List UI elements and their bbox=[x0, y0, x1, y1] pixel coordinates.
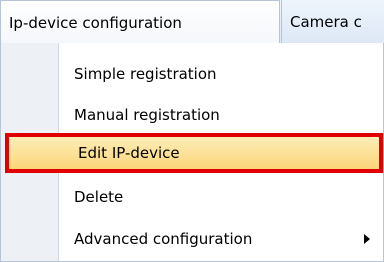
menu-camera-configuration[interactable]: Camera c bbox=[281, 0, 384, 43]
menu-item-simple-registration[interactable]: Simple registration bbox=[59, 54, 383, 94]
submenu-arrow-icon bbox=[364, 234, 370, 244]
menu-item-manual-registration[interactable]: Manual registration bbox=[59, 95, 383, 135]
menu-item-delete[interactable]: Delete bbox=[59, 177, 383, 217]
menu-item-advanced-configuration[interactable]: Advanced configuration bbox=[59, 219, 383, 259]
menu-item-label: Advanced configuration bbox=[74, 230, 253, 248]
menu-bar: Ip-device configuration Camera c bbox=[0, 0, 384, 44]
dropdown-menu: Simple registration Manual registration … bbox=[0, 43, 384, 262]
menu-item-edit-ip-device[interactable]: Edit IP-device bbox=[5, 133, 383, 173]
menu-ip-device-configuration[interactable]: Ip-device configuration bbox=[0, 0, 280, 43]
